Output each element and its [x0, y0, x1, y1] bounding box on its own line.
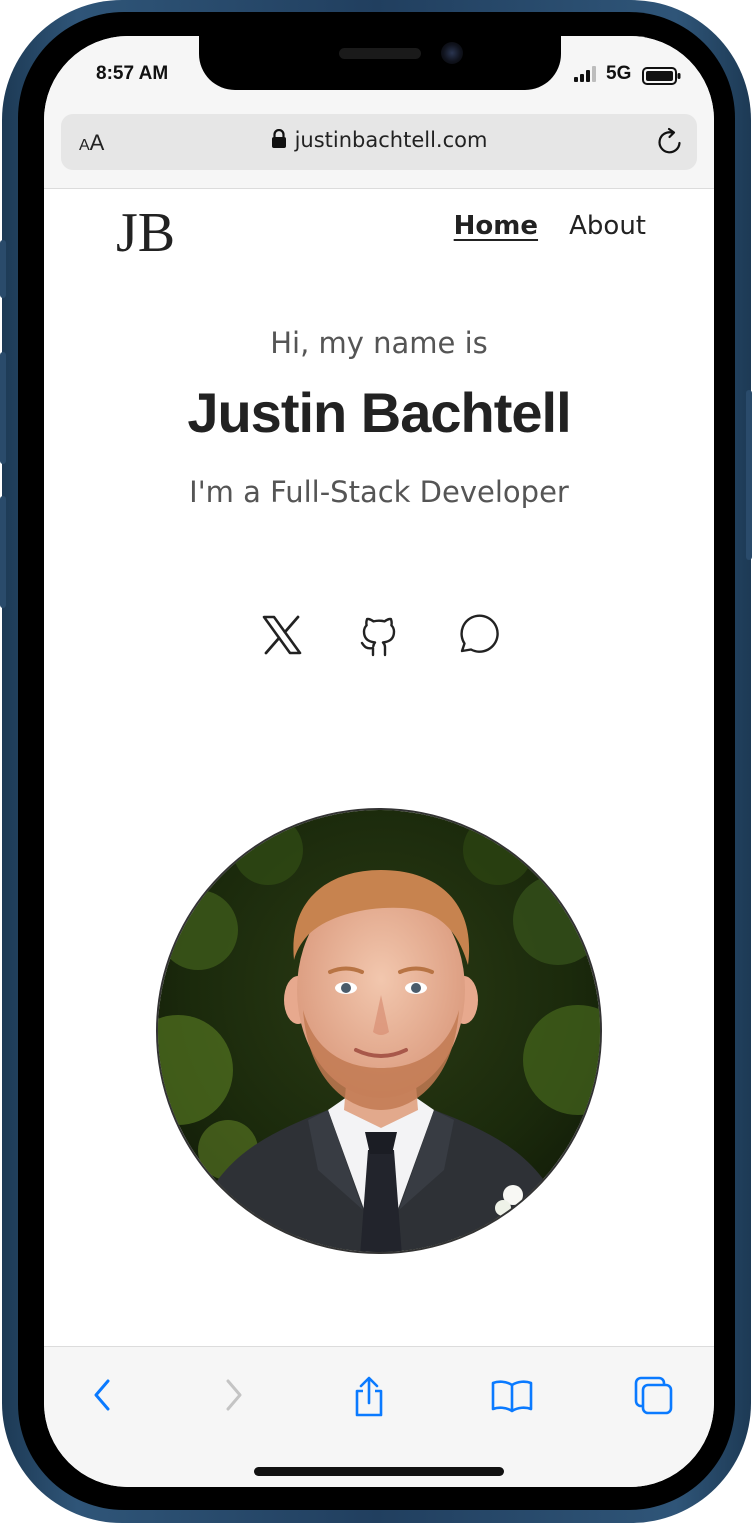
network-type: 5G	[606, 63, 632, 84]
bookmarks-icon[interactable]	[490, 1375, 534, 1415]
back-icon[interactable]	[86, 1375, 120, 1415]
message-icon[interactable]	[452, 611, 500, 659]
phone-screen: 8:57 AM 5G AA justinbachtell.com JB Home…	[44, 36, 714, 1487]
home-indicator[interactable]	[254, 1467, 504, 1476]
status-bar: 8:57 AM 5G	[44, 36, 714, 112]
url-display[interactable]: justinbachtell.com	[61, 128, 697, 152]
site-logo[interactable]: JB	[114, 201, 178, 265]
social-links	[44, 611, 714, 663]
forward-icon[interactable]	[216, 1375, 250, 1415]
browser-address-area: AA justinbachtell.com	[44, 112, 714, 189]
site-header: JB Home About	[44, 189, 714, 273]
lock-icon	[271, 129, 286, 148]
notch	[199, 36, 561, 90]
cellular-signal-icon	[574, 66, 596, 82]
volume-up-button	[0, 352, 6, 464]
speaker-grille	[339, 48, 421, 59]
nav-about[interactable]: About	[569, 211, 646, 241]
x-icon[interactable]	[258, 611, 306, 659]
greeting-text: Hi, my name is	[270, 326, 488, 360]
hero-role: I'm a Full-Stack Developer	[189, 475, 569, 509]
address-bar[interactable]: AA justinbachtell.com	[61, 114, 697, 170]
hero-section: Hi, my name is Justin Bachtell I'm a Ful…	[44, 326, 714, 509]
profile-photo-illustration	[158, 810, 600, 1252]
browser-toolbar	[44, 1346, 714, 1487]
volume-down-button	[0, 496, 6, 608]
silent-switch	[0, 240, 6, 298]
share-icon[interactable]	[349, 1375, 389, 1419]
main-nav: Home About	[428, 211, 646, 241]
github-icon[interactable]	[355, 611, 403, 659]
battery-icon	[642, 67, 681, 85]
status-time: 8:57 AM	[96, 63, 169, 84]
hero-name: Justin Bachtell	[187, 381, 571, 444]
svg-text:JB: JB	[116, 202, 175, 264]
phone-frame: 8:57 AM 5G AA justinbachtell.com JB Home…	[0, 0, 752, 1523]
nav-home[interactable]: Home	[454, 211, 538, 241]
front-camera	[441, 42, 463, 64]
tabs-icon[interactable]	[633, 1375, 675, 1417]
url-text: justinbachtell.com	[294, 128, 488, 152]
profile-photo	[156, 808, 602, 1254]
power-button	[746, 390, 752, 560]
reload-icon[interactable]	[655, 127, 685, 157]
